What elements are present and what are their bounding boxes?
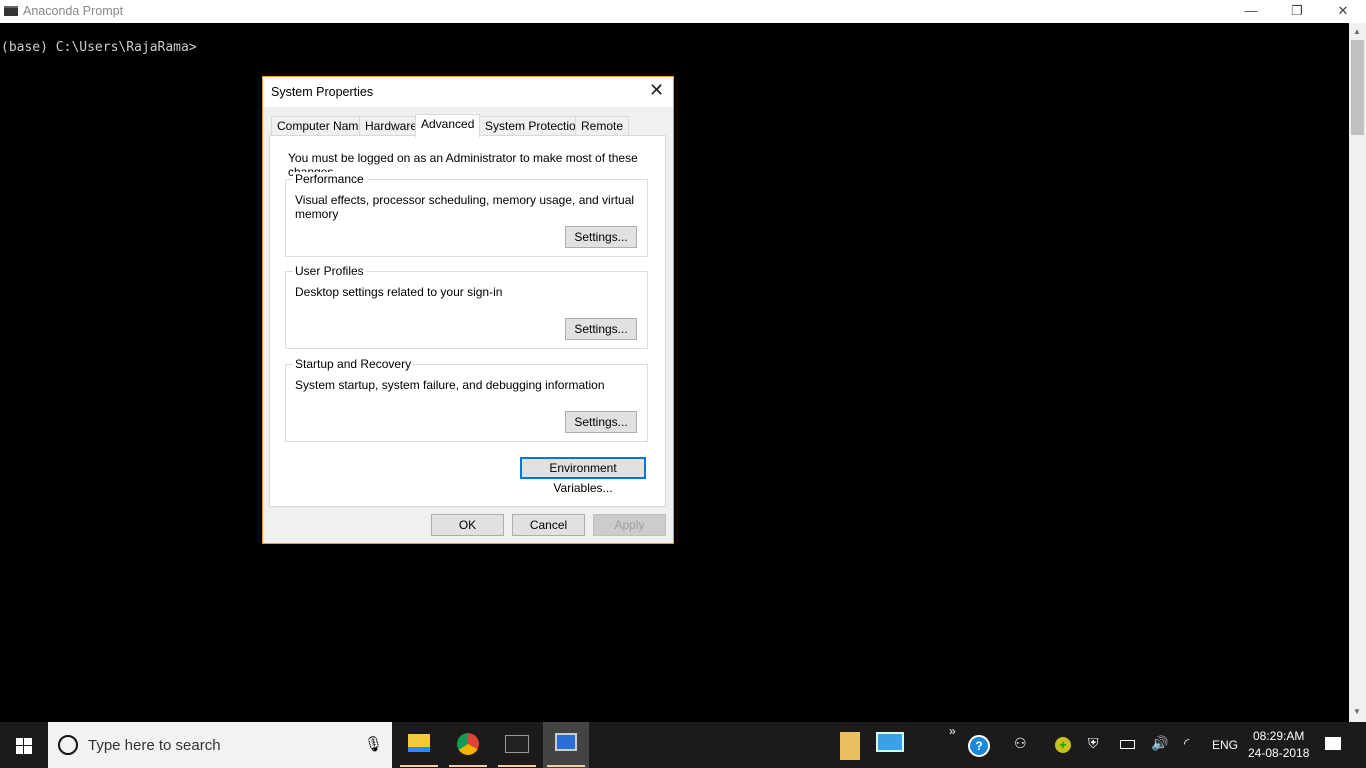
console-prompt: (base) C:\Users\RajaRama> <box>1 40 197 55</box>
startup-recovery-group: Startup and Recovery System startup, sys… <box>285 357 648 442</box>
dialog-titlebar: System Properties ✕ <box>263 77 673 107</box>
taskbar: Type here to search 🎙 » ? ⚇ + ⛨ 🔊 ◜ ENG … <box>0 722 1366 768</box>
cortana-icon <box>58 735 78 755</box>
this-pc-icon[interactable] <box>876 732 904 752</box>
system-properties-taskbar-button[interactable] <box>543 722 589 768</box>
scroll-up-icon[interactable]: ▲ <box>1353 27 1361 36</box>
close-icon[interactable]: ✕ <box>649 80 664 101</box>
group-description: Desktop settings related to your sign-in <box>295 285 503 299</box>
file-explorer-taskbar-button[interactable] <box>396 722 442 768</box>
user-profiles-group: User Profiles Desktop settings related t… <box>285 264 648 349</box>
group-description: System startup, system failure, and debu… <box>295 378 605 392</box>
scrollbar-thumb[interactable] <box>1351 40 1364 135</box>
microphone-icon[interactable]: 🎙 <box>364 735 383 753</box>
show-hidden-icons-button[interactable]: » <box>949 724 956 738</box>
ok-button[interactable]: OK <box>431 514 504 536</box>
minimize-button[interactable]: — <box>1228 0 1274 23</box>
battery-icon[interactable] <box>1120 740 1135 749</box>
windows-defender-shield-icon[interactable]: ⛨ <box>1088 735 1099 752</box>
tab-advanced[interactable]: Advanced <box>415 114 481 137</box>
tab-computer-name[interactable]: Computer Name <box>271 116 372 136</box>
computer-icon <box>555 733 577 751</box>
console-area[interactable]: (base) C:\Users\RajaRama> <box>0 23 1349 722</box>
anaconda-prompt-taskbar-button[interactable] <box>494 722 540 768</box>
chrome-taskbar-button[interactable] <box>445 722 491 768</box>
help-icon[interactable]: ? <box>968 735 990 757</box>
dialog-title: System Properties <box>271 85 374 99</box>
apply-button[interactable]: Apply <box>593 514 666 536</box>
folder-icon <box>408 734 430 752</box>
scroll-down-icon[interactable]: ▼ <box>1353 707 1361 716</box>
group-label: Performance <box>293 172 366 186</box>
advanced-panel: You must be logged on as an Administrato… <box>269 135 666 507</box>
search-box[interactable]: Type here to search 🎙 <box>48 722 392 768</box>
windows-start-icon[interactable] <box>16 738 32 754</box>
cancel-button[interactable]: Cancel <box>512 514 585 536</box>
system-properties-dialog: System Properties ✕ Computer Name Hardwa… <box>262 76 674 544</box>
user-folder-icon[interactable] <box>840 732 860 760</box>
search-placeholder: Type here to search <box>88 737 221 754</box>
security-app-icon[interactable]: + <box>1055 737 1071 753</box>
group-label: User Profiles <box>293 264 366 278</box>
environment-variables-button[interactable]: Environment Variables... <box>520 457 646 495</box>
clock-time[interactable]: 08:29:AM <box>1253 729 1304 743</box>
clock-date[interactable]: 24-08-2018 <box>1248 746 1309 760</box>
group-label: Startup and Recovery <box>293 357 414 371</box>
tab-remote[interactable]: Remote <box>575 116 630 136</box>
chrome-icon <box>457 733 479 755</box>
group-description: Visual effects, processor scheduling, me… <box>295 193 635 221</box>
people-icon[interactable]: ⚇ <box>1014 735 1027 752</box>
performance-settings-button[interactable]: Settings... <box>565 226 637 248</box>
startup-settings-button[interactable]: Settings... <box>565 411 637 433</box>
tab-hardware[interactable]: Hardware <box>359 116 424 136</box>
tab-system-protection[interactable]: System Protection <box>479 116 589 136</box>
console-icon <box>505 735 529 753</box>
wifi-icon[interactable]: ◜ <box>1184 735 1189 752</box>
action-center-icon[interactable] <box>1325 737 1341 750</box>
window-titlebar: Anaconda Prompt — ❐ ✕ <box>0 0 1366 23</box>
console-icon <box>4 6 18 16</box>
window-title: Anaconda Prompt <box>23 4 124 18</box>
language-indicator[interactable]: ENG <box>1212 738 1238 752</box>
performance-group: Performance Visual effects, processor sc… <box>285 172 648 257</box>
close-window-button[interactable]: ✕ <box>1320 0 1366 23</box>
maximize-button[interactable]: ❐ <box>1274 0 1320 23</box>
vertical-scrollbar[interactable]: ▲ ▼ <box>1349 23 1366 722</box>
user-profiles-settings-button[interactable]: Settings... <box>565 318 637 340</box>
volume-icon[interactable]: 🔊 <box>1151 735 1168 752</box>
